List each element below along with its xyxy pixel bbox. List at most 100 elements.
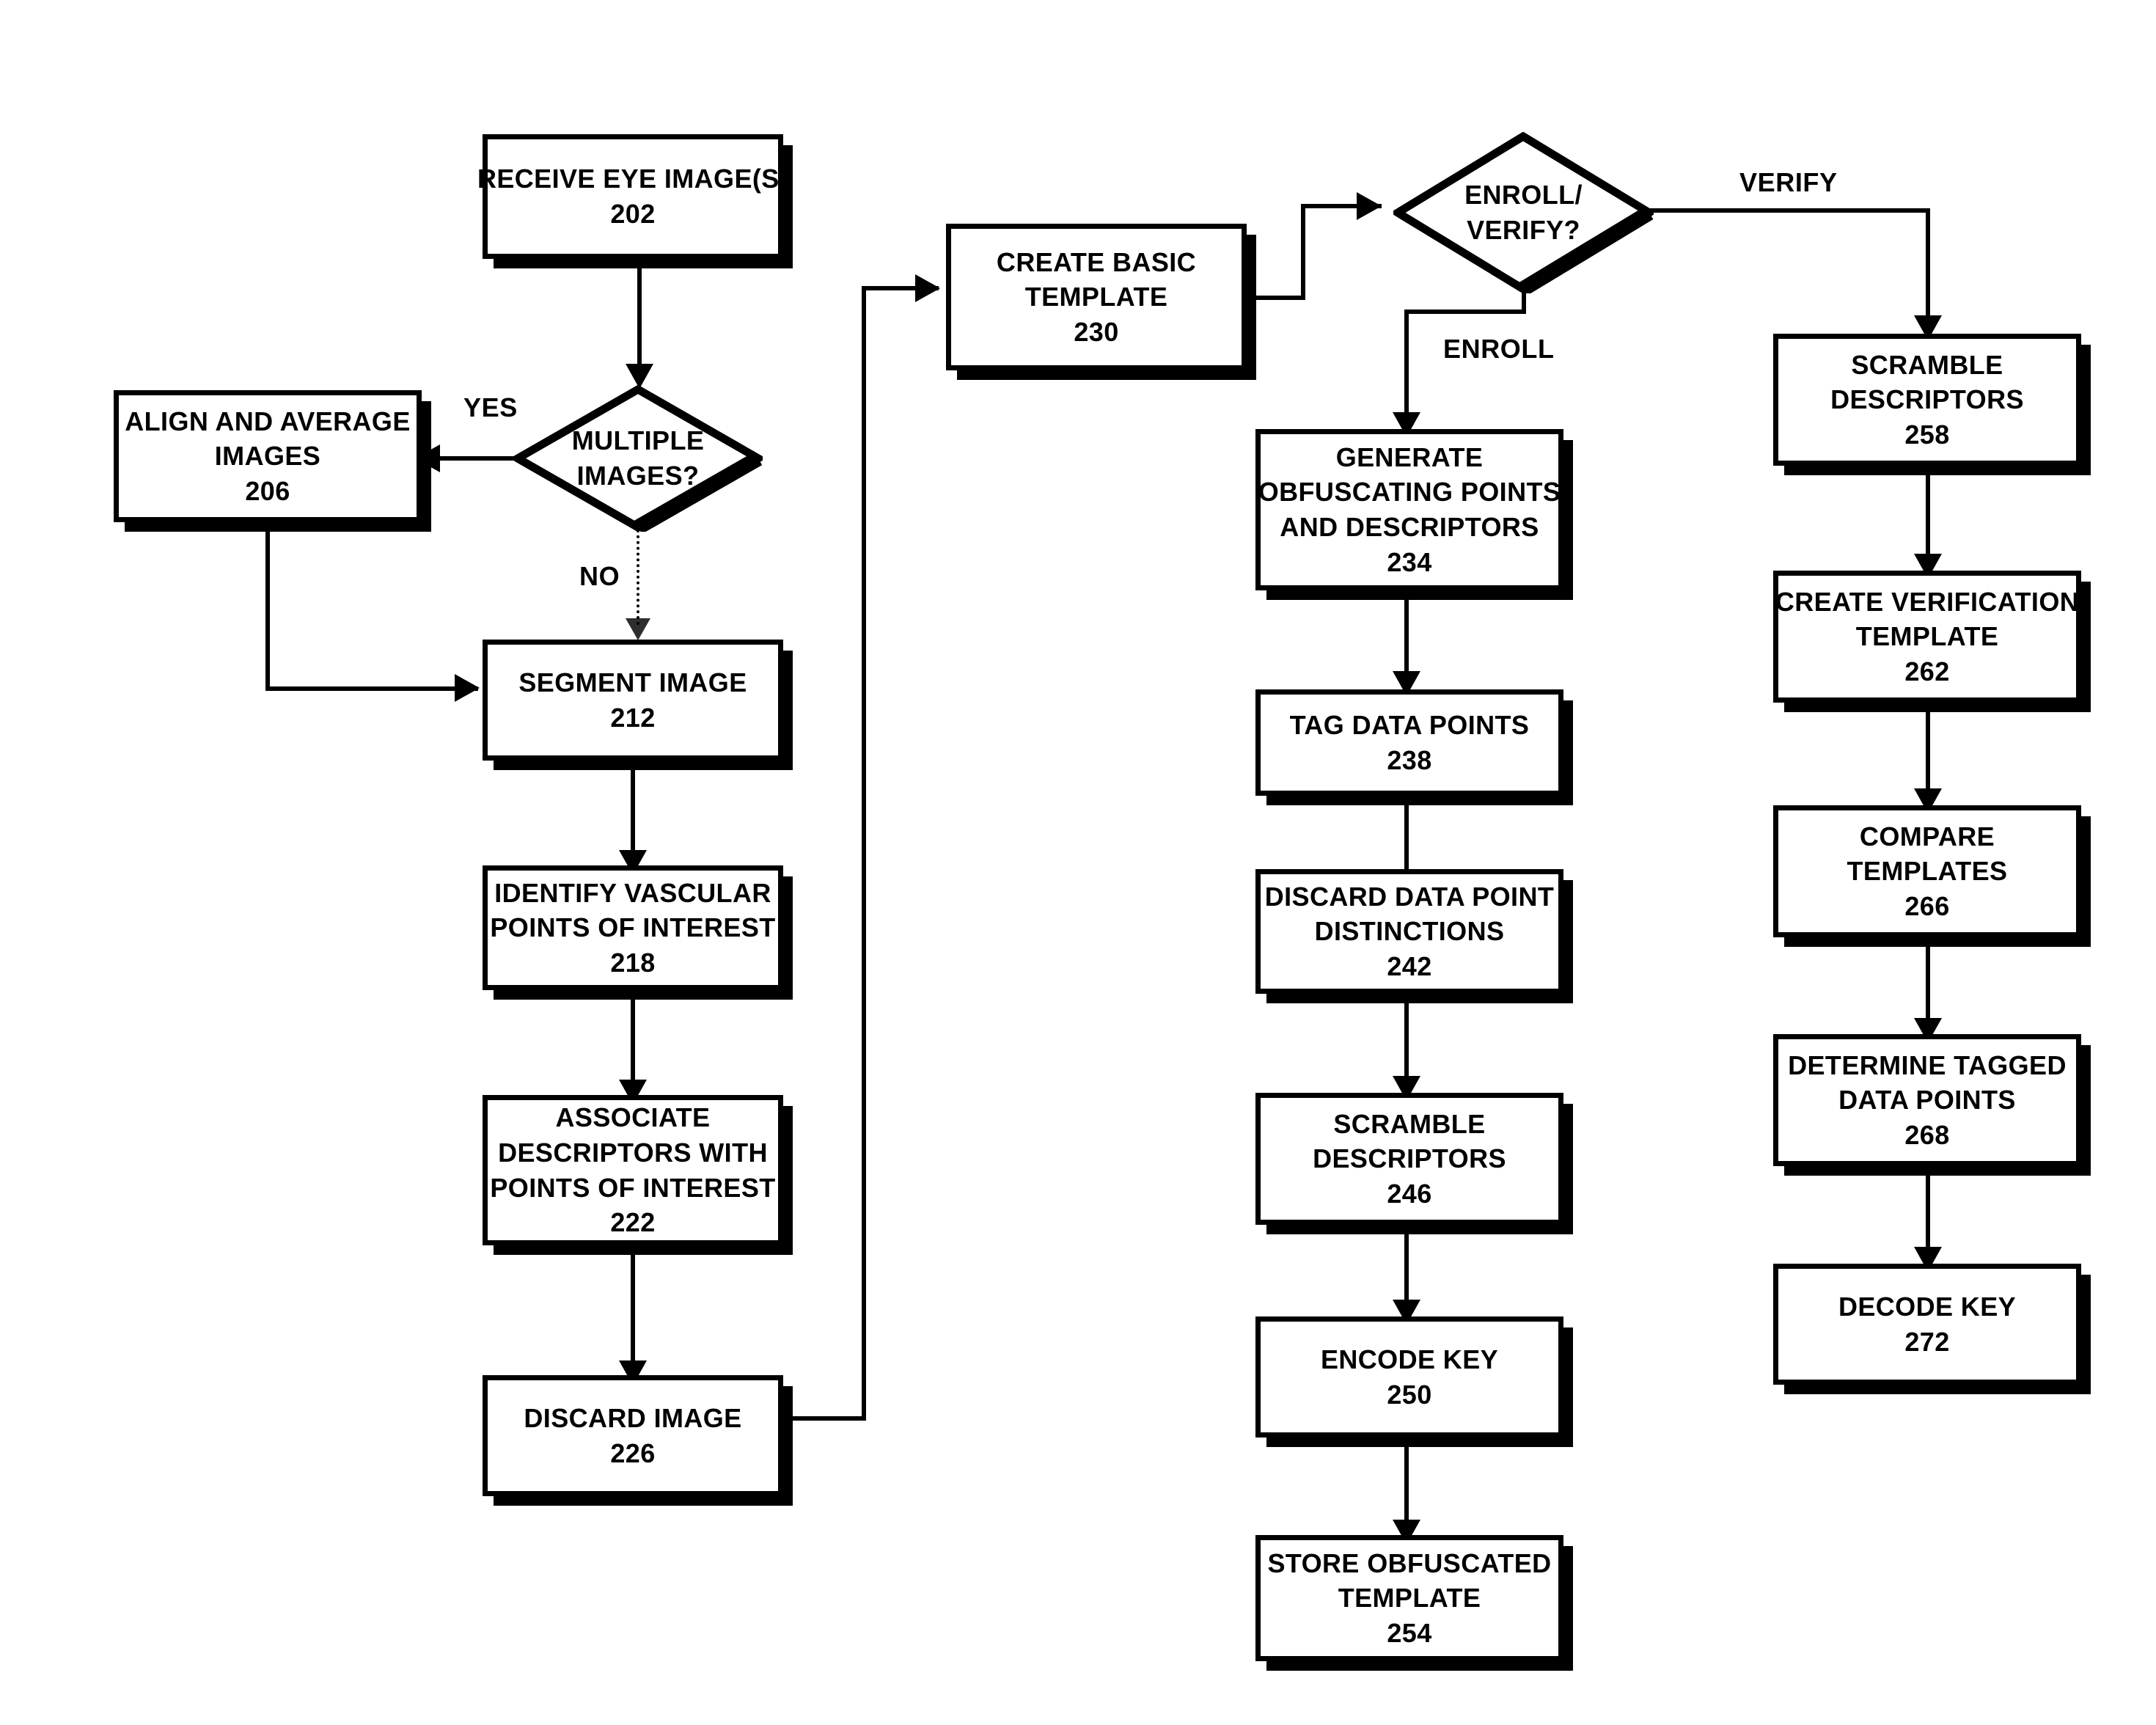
node-label-line: CREATE BASIC xyxy=(996,246,1197,277)
node-label-line: TEMPLATES xyxy=(1847,856,2008,887)
node-reference-number: 272 xyxy=(1904,1326,1950,1357)
connector-242-to-246 xyxy=(1404,994,1409,1082)
node-decode-key[interactable]: DECODE KEY 272 xyxy=(1773,1264,2081,1385)
node-create-verification-template[interactable]: CREATE VERIFICATION TEMPLATE 262 xyxy=(1773,571,2081,703)
connector-206-to-212 xyxy=(265,686,478,691)
node-label-line: POINTS OF INTEREST xyxy=(490,1172,776,1203)
node-reference-number: 250 xyxy=(1387,1379,1432,1410)
node-generate-obfuscating-points[interactable]: GENERATE OBFUSCATING POINTS AND DESCRIPT… xyxy=(1255,429,1563,590)
node-compare-templates[interactable]: COMPARE TEMPLATES 266 xyxy=(1773,805,2081,937)
connector-212-to-218 xyxy=(631,761,635,856)
node-reference-number: 238 xyxy=(1387,744,1432,775)
connector-222-to-226 xyxy=(631,1245,635,1366)
node-label-line: DESCRIPTORS xyxy=(1830,384,2024,415)
node-reference-number: 268 xyxy=(1904,1119,1950,1150)
connector-262-to-266 xyxy=(1926,703,1930,794)
node-scramble-descriptors-enroll[interactable]: SCRAMBLE DESCRIPTORS 246 xyxy=(1255,1093,1563,1225)
connector-268-to-272 xyxy=(1926,1166,1930,1253)
edge-label-enroll: ENROLL xyxy=(1443,334,1555,364)
node-determine-tagged-data-points[interactable]: DETERMINE TAGGED DATA POINTS 268 xyxy=(1773,1034,2081,1166)
node-reference-number: 262 xyxy=(1904,656,1950,686)
node-label-line: SCRAMBLE xyxy=(1333,1108,1486,1139)
node-reference-number: 254 xyxy=(1387,1617,1432,1648)
connector-226-up xyxy=(862,286,866,1421)
node-label-line: OBFUSCATING POINTS xyxy=(1258,477,1561,508)
connector-204-to-206 xyxy=(440,456,517,461)
connector-246-to-250 xyxy=(1404,1225,1409,1305)
node-create-basic-template[interactable]: CREATE BASIC TEMPLATE 230 xyxy=(946,224,1247,370)
node-label-line: RECEIVE EYE IMAGE(S) xyxy=(477,164,789,194)
flowchart-canvas: RECEIVE EYE IMAGE(S) 202 MULTIPLE IMAGES… xyxy=(0,0,2156,1725)
node-identify-vascular-points[interactable]: IDENTIFY VASCULAR POINTS OF INTEREST 218 xyxy=(483,865,783,990)
node-scramble-descriptors-verify[interactable]: SCRAMBLE DESCRIPTORS 258 xyxy=(1773,334,2081,466)
node-reference-number: 258 xyxy=(1904,419,1950,450)
connector-230-right xyxy=(1247,296,1305,300)
decision-enroll-or-verify[interactable]: ENROLL/ VERIFY? xyxy=(1393,132,1654,293)
connector-232-verify-right xyxy=(1649,208,1930,213)
connector-230-up xyxy=(1301,204,1305,300)
node-segment-image[interactable]: SEGMENT IMAGE 212 xyxy=(483,640,783,761)
connector-226-right xyxy=(783,1416,866,1421)
node-label-line: TAG DATA POINTS xyxy=(1289,709,1530,740)
node-receive-eye-images[interactable]: RECEIVE EYE IMAGE(S) 202 xyxy=(477,134,788,259)
arrowhead-226-to-230 xyxy=(915,274,940,302)
node-label-line: DESCRIPTORS WITH xyxy=(498,1137,768,1168)
arrowhead-204-to-212 xyxy=(626,618,650,640)
connector-232-verify-down xyxy=(1926,208,1930,322)
connector-232-enroll-left xyxy=(1404,310,1526,314)
node-align-and-average-images[interactable]: ALIGN AND AVERAGE IMAGES 206 xyxy=(114,390,422,522)
arrowhead-206-to-212 xyxy=(455,674,480,702)
node-reference-number: 206 xyxy=(245,475,290,506)
node-label-line: SEGMENT IMAGE xyxy=(518,667,747,697)
node-reference-number: 222 xyxy=(610,1207,656,1238)
connector-218-to-222 xyxy=(631,990,635,1085)
node-tag-data-points[interactable]: TAG DATA POINTS 238 xyxy=(1255,689,1563,796)
node-reference-number: 230 xyxy=(1074,316,1119,347)
diamond-shape xyxy=(513,385,763,532)
connector-232-enroll-down xyxy=(1404,310,1409,420)
node-discard-data-point-distinctions[interactable]: DISCARD DATA POINT DISTINCTIONS 242 xyxy=(1255,869,1563,994)
node-reference-number: 246 xyxy=(1387,1178,1432,1209)
node-label-line: AND DESCRIPTORS xyxy=(1280,512,1539,542)
connector-258-to-262 xyxy=(1926,466,1930,560)
node-label-line: STORE OBFUSCATED xyxy=(1267,1548,1552,1578)
node-label-line: ENCODE KEY xyxy=(1320,1344,1499,1374)
node-label-line: DECODE KEY xyxy=(1838,1291,2017,1322)
edge-label-verify: VERIFY xyxy=(1739,167,1838,197)
node-label-line: DISCARD IMAGE xyxy=(524,1402,742,1433)
node-discard-image[interactable]: DISCARD IMAGE 226 xyxy=(483,1375,783,1496)
node-label-line: ALIGN AND AVERAGE xyxy=(125,406,411,436)
node-label-line: DESCRIPTORS xyxy=(1313,1143,1506,1174)
node-label-line: SCRAMBLE xyxy=(1851,349,2003,380)
arrowhead-230-to-232 xyxy=(1357,192,1382,220)
connector-234-to-238 xyxy=(1404,590,1409,677)
node-label-line: POINTS OF INTEREST xyxy=(490,912,776,943)
connector-204-to-212-dotted xyxy=(637,530,639,625)
node-label-line: DISTINCTIONS xyxy=(1314,916,1505,947)
diamond-shape xyxy=(1393,132,1654,293)
node-label-line: ASSOCIATE xyxy=(555,1102,711,1133)
connector-206-down xyxy=(265,522,270,691)
node-label-line: DETERMINE TAGGED xyxy=(1788,1050,2067,1080)
node-label-line: COMPARE xyxy=(1859,821,1995,851)
node-label-line: DATA POINTS xyxy=(1838,1085,2016,1116)
decision-multiple-images[interactable]: MULTIPLE IMAGES? xyxy=(513,385,763,532)
node-label-line: CREATE VERIFICATION xyxy=(1775,586,2080,617)
node-store-obfuscated-template[interactable]: STORE OBFUSCATED TEMPLATE 254 xyxy=(1255,1535,1563,1661)
node-reference-number: 266 xyxy=(1904,890,1950,921)
node-encode-key[interactable]: ENCODE KEY 250 xyxy=(1255,1316,1563,1438)
node-reference-number: 242 xyxy=(1387,951,1432,981)
node-associate-descriptors[interactable]: ASSOCIATE DESCRIPTORS WITH POINTS OF INT… xyxy=(483,1095,783,1245)
node-reference-number: 212 xyxy=(610,702,656,733)
edge-label-yes: YES xyxy=(463,392,518,422)
node-label-line: TEMPLATE xyxy=(1338,1583,1481,1614)
node-label-line: TEMPLATE xyxy=(1855,621,1999,652)
node-reference-number: 226 xyxy=(610,1438,656,1468)
connector-202-to-204 xyxy=(637,259,642,370)
node-label-line: DISCARD DATA POINT xyxy=(1264,881,1555,912)
node-reference-number: 218 xyxy=(610,947,656,978)
node-label-line: IDENTIFY VASCULAR xyxy=(494,877,771,908)
node-label-line: GENERATE xyxy=(1335,442,1484,472)
connector-250-to-254 xyxy=(1404,1438,1409,1526)
node-reference-number: 202 xyxy=(610,199,656,229)
